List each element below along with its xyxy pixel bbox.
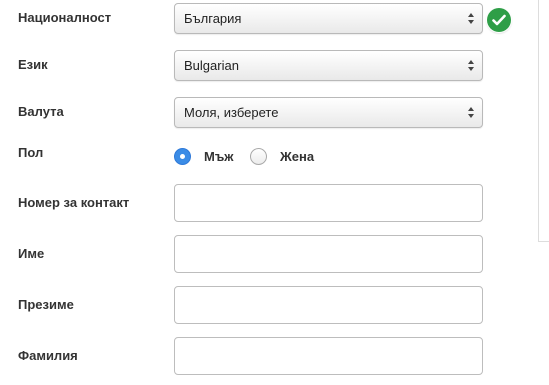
side-panel-edge bbox=[538, 0, 549, 242]
select-arrows-icon bbox=[468, 13, 474, 24]
middle-name-label: Презиме bbox=[18, 297, 74, 312]
currency-select[interactable]: Моля, изберете bbox=[174, 97, 483, 128]
language-label: Език bbox=[18, 57, 48, 72]
currency-select-value: Моля, изберете bbox=[184, 105, 279, 120]
radio-button-unchecked[interactable] bbox=[250, 148, 267, 165]
nationality-select-value: България bbox=[184, 11, 242, 26]
first-name-input[interactable] bbox=[174, 235, 483, 273]
gender-option-male[interactable]: Мъж bbox=[174, 148, 234, 165]
language-select[interactable]: Bulgarian bbox=[174, 50, 483, 81]
gender-label: Пол bbox=[18, 145, 44, 160]
nationality-select[interactable]: България bbox=[174, 3, 483, 34]
check-circle-icon bbox=[487, 8, 511, 32]
gender-option-label: Мъж bbox=[204, 149, 234, 164]
contact-number-input[interactable] bbox=[174, 184, 483, 222]
gender-option-label: Жена bbox=[280, 149, 315, 164]
first-name-label: Име bbox=[18, 246, 45, 261]
last-name-label: Фамилия bbox=[18, 348, 78, 363]
contact-number-label: Номер за контакт bbox=[18, 195, 130, 210]
currency-label: Валута bbox=[18, 104, 64, 119]
nationality-label: Националност bbox=[18, 10, 112, 25]
middle-name-input[interactable] bbox=[174, 286, 483, 324]
last-name-input[interactable] bbox=[174, 337, 483, 375]
gender-option-female[interactable]: Жена bbox=[250, 148, 314, 165]
select-arrows-icon bbox=[468, 60, 474, 71]
radio-button-checked[interactable] bbox=[174, 148, 191, 165]
language-select-value: Bulgarian bbox=[184, 58, 239, 73]
select-arrows-icon bbox=[468, 107, 474, 118]
